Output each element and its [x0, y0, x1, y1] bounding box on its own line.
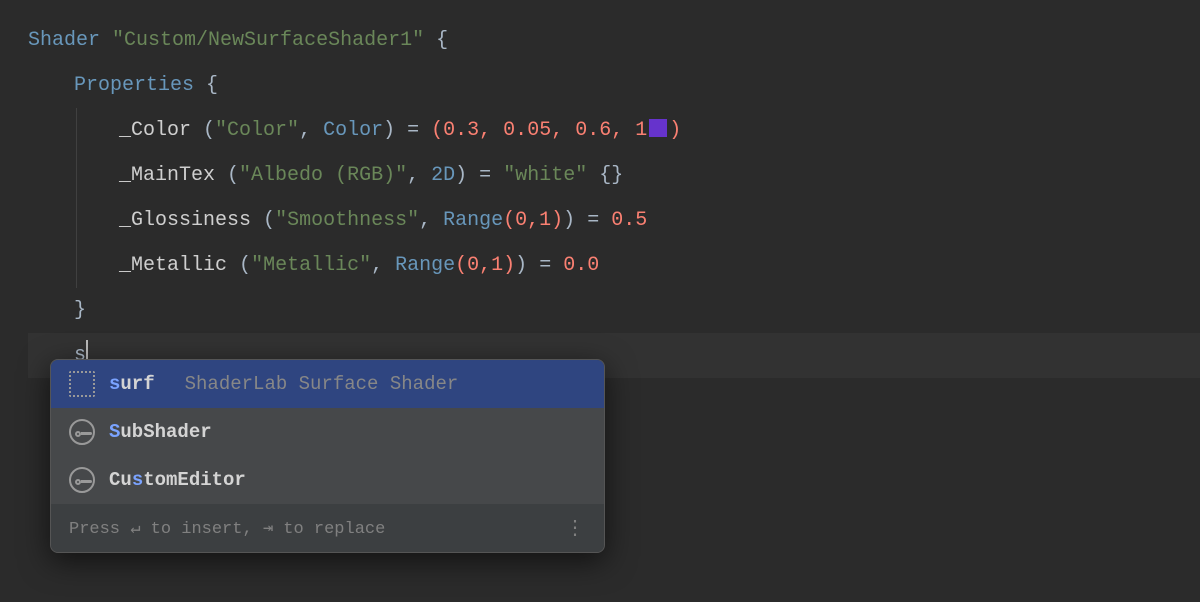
gloss-range: (0,1): [503, 209, 563, 232]
code-line[interactable]: _Metallic ("Metallic", Range(0,1)) = 0.0: [28, 243, 1200, 288]
prop-gloss: _Glossiness: [119, 209, 251, 232]
code-line[interactable]: _Glossiness ("Smoothness", Range(0,1)) =…: [28, 198, 1200, 243]
keyword-properties: Properties: [74, 74, 194, 97]
template-icon: [69, 371, 95, 397]
code-line[interactable]: _MainTex ("Albedo (RGB)", 2D) = "white" …: [28, 153, 1200, 198]
type-color: Color: [323, 119, 383, 142]
color-swatch-icon[interactable]: [649, 119, 667, 137]
gloss-value: 0.5: [611, 209, 647, 232]
metal-range: (0,1): [455, 254, 515, 277]
autocomplete-hint: ShaderLab Surface Shader: [185, 373, 459, 395]
color-label: "Color": [215, 119, 299, 142]
property-icon: [69, 419, 95, 445]
prop-maintex: _MainTex: [119, 164, 215, 187]
autocomplete-label: surf: [109, 373, 155, 395]
keyword-shader: Shader: [28, 29, 100, 52]
type-2d: 2D: [431, 164, 455, 187]
prop-color: _Color: [119, 119, 191, 142]
autocomplete-footer-text: Press ↵ to insert, ⇥ to replace: [69, 518, 385, 539]
color-close: ): [669, 119, 681, 142]
autocomplete-label: SubShader: [109, 421, 212, 443]
code-line[interactable]: Properties {: [28, 63, 1200, 108]
color-values: (0.3, 0.05, 0.6, 1: [431, 119, 647, 142]
autocomplete-popup[interactable]: surf ShaderLab Surface Shader SubShader …: [50, 359, 605, 553]
code-line[interactable]: }: [28, 288, 1200, 333]
maintex-label: "Albedo (RGB)": [239, 164, 407, 187]
maintex-value: "white": [503, 164, 587, 187]
metal-value: 0.0: [563, 254, 599, 277]
code-editor[interactable]: Shader "Custom/NewSurfaceShader1" { Prop…: [0, 0, 1200, 378]
autocomplete-item-customeditor[interactable]: CustomEditor: [51, 456, 604, 504]
code-line[interactable]: Shader "Custom/NewSurfaceShader1" {: [28, 18, 1200, 63]
shader-name-string: "Custom/NewSurfaceShader1": [112, 29, 424, 52]
type-range: Range: [443, 209, 503, 232]
brace-open: {: [206, 74, 218, 97]
brace-open: {: [436, 29, 448, 52]
metal-label: "Metallic": [251, 254, 371, 277]
code-line[interactable]: _Color ("Color", Color) = (0.3, 0.05, 0.…: [28, 108, 1200, 153]
autocomplete-label: CustomEditor: [109, 469, 246, 491]
gloss-label: "Smoothness": [275, 209, 419, 232]
more-options-icon[interactable]: ⋮: [565, 515, 586, 541]
brace-close: }: [74, 299, 86, 322]
type-range: Range: [395, 254, 455, 277]
property-icon: [69, 467, 95, 493]
autocomplete-footer: Press ↵ to insert, ⇥ to replace ⋮: [51, 504, 604, 552]
prop-metal: _Metallic: [119, 254, 227, 277]
autocomplete-item-surf[interactable]: surf ShaderLab Surface Shader: [51, 360, 604, 408]
autocomplete-item-subshader[interactable]: SubShader: [51, 408, 604, 456]
